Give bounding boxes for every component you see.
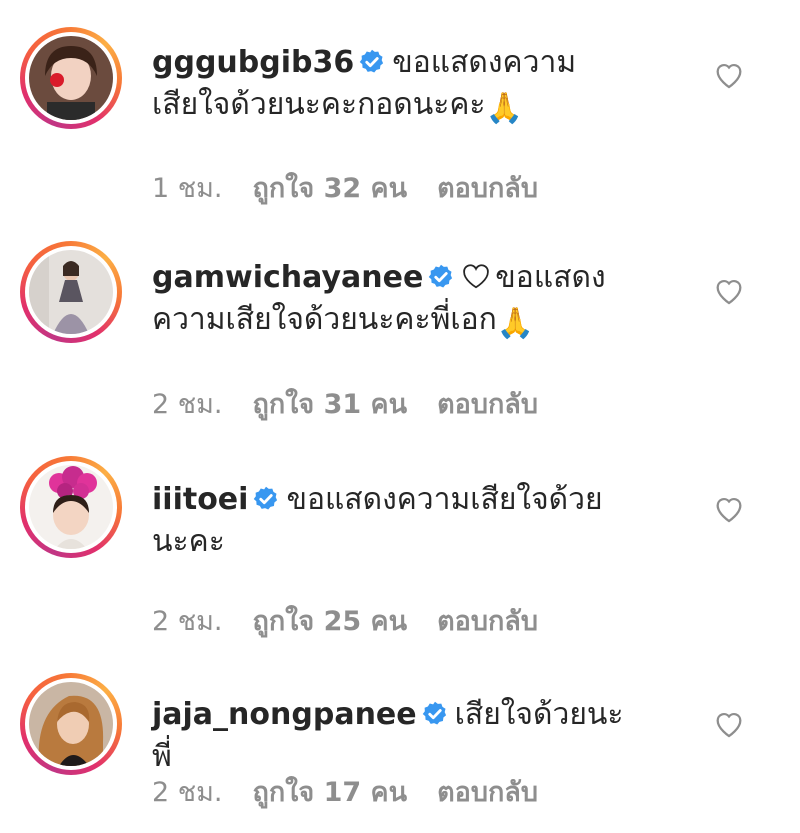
reply-button[interactable]: ตอบกลับ xyxy=(437,173,538,204)
verified-badge-icon xyxy=(254,486,278,510)
avatar xyxy=(29,682,113,766)
comment-meta: 2 ชม. ถูกใจ 17 คน ตอบกลับ xyxy=(152,770,568,813)
white-heart-emoji-icon xyxy=(463,264,490,289)
comment-time[interactable]: 1 ชม. xyxy=(152,173,222,204)
comment-meta: 1 ชม. ถูกใจ 32 คน ตอบกลับ xyxy=(152,166,568,209)
verified-badge-icon xyxy=(360,49,384,73)
avatar-story-ring[interactable] xyxy=(20,456,122,558)
heart-outline-icon[interactable] xyxy=(712,274,746,308)
comment-time[interactable]: 2 ชม. xyxy=(152,777,222,808)
reply-button[interactable]: ตอบกลับ xyxy=(437,777,538,808)
comment-username[interactable]: jaja_nongpanee xyxy=(152,697,417,732)
heart-outline-icon[interactable] xyxy=(712,707,746,741)
avatar xyxy=(29,36,113,120)
reply-button[interactable]: ตอบกลับ xyxy=(437,389,538,420)
verified-badge-icon xyxy=(429,264,453,288)
comment-username[interactable]: gggubgib36 xyxy=(152,45,354,80)
avatar-story-ring[interactable] xyxy=(20,673,122,775)
comment-text-block: gamwichayanee ขอแสดงความเสียใจด้วยนะคะพี่… xyxy=(152,257,632,345)
avatar-story-ring[interactable] xyxy=(20,27,122,129)
comment-meta: 2 ชม. ถูกใจ 25 คน ตอบกลับ xyxy=(152,599,568,642)
comment-meta: 2 ชม. ถูกใจ 31 คน ตอบกลับ xyxy=(152,382,568,425)
heart-outline-icon[interactable] xyxy=(712,492,746,526)
comment-username[interactable]: gamwichayanee xyxy=(152,260,423,295)
folded-hands-emoji: 🙏 xyxy=(485,91,523,126)
comment-likes[interactable]: ถูกใจ 17 คน xyxy=(252,777,407,808)
comment-text-block: iiitoei ขอแสดงความเสียใจด้วยนะคะ xyxy=(152,479,632,563)
folded-hands-emoji: 🙏 xyxy=(496,306,535,341)
comment-username[interactable]: iiitoei xyxy=(152,482,248,517)
comment-likes[interactable]: ถูกใจ 32 คน xyxy=(252,173,407,204)
comment-text-block: jaja_nongpanee เสียใจด้วยนะพี่ xyxy=(152,694,632,778)
comment-likes[interactable]: ถูกใจ 25 คน xyxy=(252,606,407,637)
heart-outline-icon[interactable] xyxy=(712,58,746,92)
avatar-story-ring[interactable] xyxy=(20,241,122,343)
comment-time[interactable]: 2 ชม. xyxy=(152,389,222,420)
reply-button[interactable]: ตอบกลับ xyxy=(437,606,538,637)
comment-text-block: gggubgib36 ขอแสดงความเสียใจด้วยนะคะกอดนะค… xyxy=(152,42,632,130)
avatar xyxy=(29,250,113,334)
avatar xyxy=(29,465,113,549)
comment-time[interactable]: 2 ชม. xyxy=(152,606,222,637)
verified-badge-icon xyxy=(422,701,446,725)
comment-likes[interactable]: ถูกใจ 31 คน xyxy=(252,389,407,420)
